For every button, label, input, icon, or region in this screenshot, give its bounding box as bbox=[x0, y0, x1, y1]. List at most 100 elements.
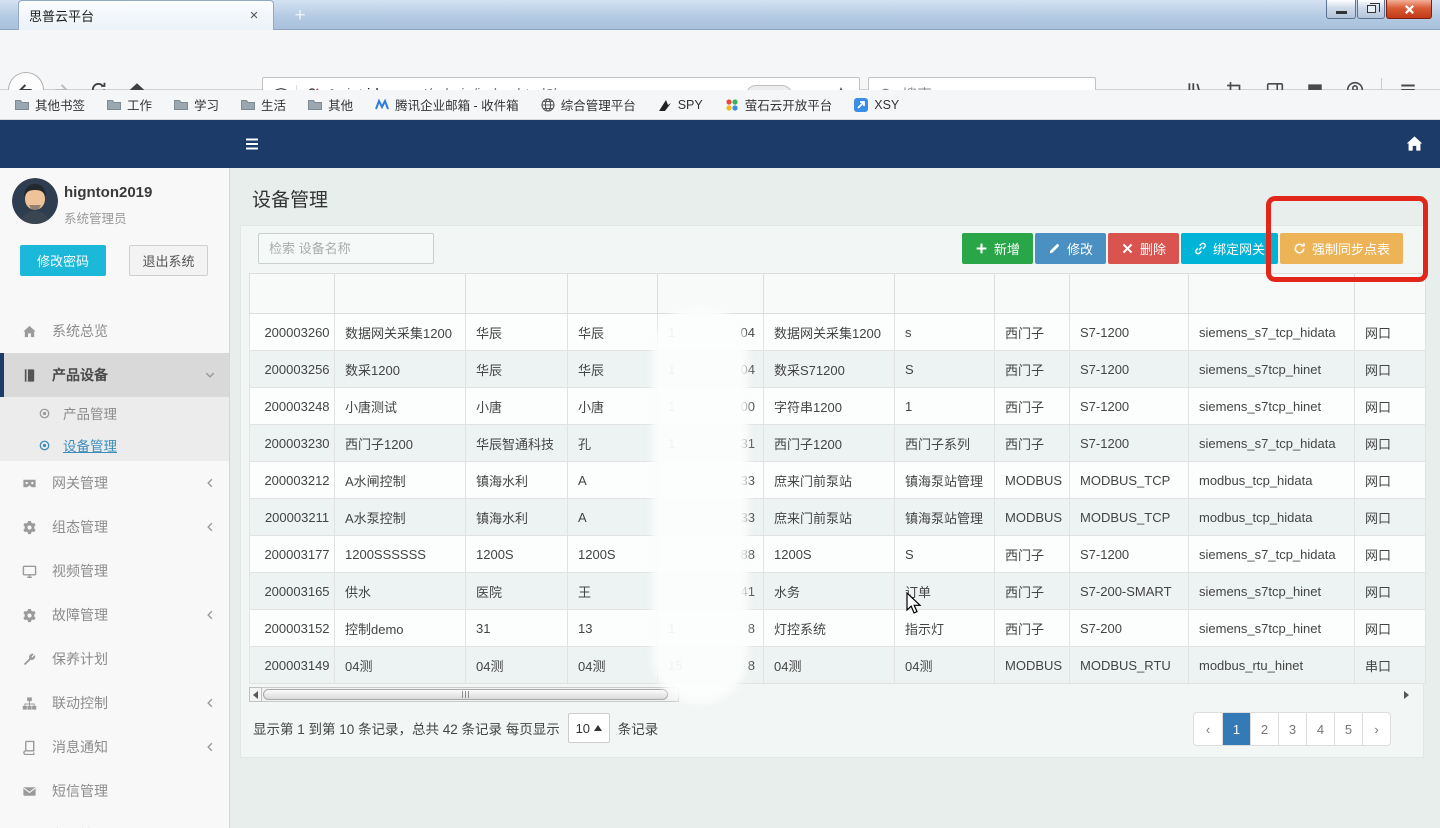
table-row[interactable]: 200003230 西门子1200 华辰智通科技 孔 131 西门子1200 西… bbox=[250, 425, 1426, 462]
table-footer: 显示第 1 到第 10 条记录，总共 42 条记录 每页显示 10 条记录 bbox=[253, 713, 658, 743]
menu-item-label: 产品管理 bbox=[63, 403, 117, 423]
page-button-1[interactable]: 1 bbox=[1222, 713, 1250, 745]
bookmark-学习[interactable]: 学习 bbox=[173, 95, 219, 114]
table-row[interactable]: 200003211 A水泵控制 镇海水利 A 33 庶来门前泵站 镇海泵站管理 … bbox=[250, 499, 1426, 536]
sidebar-item-video-mgmt[interactable]: 视频管理 bbox=[0, 549, 230, 593]
sidebar-item-sms-mgmt[interactable]: 短信管理 bbox=[0, 769, 230, 813]
menu-item-label: 系统总览 bbox=[52, 321, 108, 341]
folder-icon bbox=[240, 97, 256, 113]
bookmark-其他书签[interactable]: 其他书签 bbox=[14, 95, 85, 114]
restore-button[interactable] bbox=[1357, 0, 1385, 19]
close-button[interactable] bbox=[1386, 0, 1432, 19]
menu-item-label: 保养计划 bbox=[52, 649, 108, 669]
scrollbar-track[interactable] bbox=[262, 687, 679, 702]
scroll-right-arrow[interactable] bbox=[1404, 691, 1413, 699]
folder-icon bbox=[14, 97, 30, 113]
bookmark-XSY[interactable]: XSY bbox=[853, 97, 899, 113]
scroll-left-arrow[interactable] bbox=[249, 687, 262, 702]
table-row[interactable]: 200003260 数据网关采集1200 华辰 华辰 104 数据网关采集120… bbox=[250, 314, 1426, 351]
table-row[interactable]: 200003248 小唐测试 小唐 小唐 100 字符串1200 1 西门子 S… bbox=[250, 388, 1426, 425]
sidebar-item-scada-mgmt[interactable]: 组态管理 bbox=[0, 505, 230, 549]
bookmark-萤石云开放平台[interactable]: 萤石云开放平台 bbox=[724, 95, 833, 114]
bookmark-label: 其他书签 bbox=[35, 95, 85, 114]
table-row[interactable]: 200003212 A水闸控制 镇海水利 A 33 庶来门前泵站 镇海泵站管理 … bbox=[250, 462, 1426, 499]
logout-button[interactable]: 退出系统 bbox=[129, 245, 208, 276]
sidebar-item-overview[interactable]: 系统总览 bbox=[0, 309, 230, 353]
avatar[interactable] bbox=[12, 178, 58, 224]
column-header[interactable] bbox=[895, 274, 995, 314]
page-button-2[interactable]: 2 bbox=[1250, 713, 1278, 745]
menu-item-label: 视频管理 bbox=[52, 561, 108, 581]
bind-gateway-button[interactable]: 绑定网关 bbox=[1181, 233, 1278, 264]
sidebar-item-fault-mgmt[interactable]: 故障管理 bbox=[0, 593, 230, 637]
page-button-3[interactable]: 3 bbox=[1278, 713, 1306, 745]
menu-item-label: 产品设备 bbox=[52, 365, 108, 385]
mask-icon bbox=[22, 476, 37, 491]
browser-tab[interactable]: 思普云平台 × bbox=[18, 0, 274, 30]
sidebar-item-workshop-mgmt[interactable]: 车间管理 bbox=[0, 813, 230, 828]
column-header[interactable] bbox=[250, 274, 335, 314]
new-tab-button[interactable]: + bbox=[286, 4, 314, 28]
book-icon bbox=[22, 740, 37, 755]
column-header[interactable] bbox=[1070, 274, 1189, 314]
page-button-›[interactable]: › bbox=[1362, 713, 1390, 745]
menu-item-label: 故障管理 bbox=[52, 605, 108, 625]
page-button-4[interactable]: 4 bbox=[1306, 713, 1334, 745]
table-row[interactable]: 200003152 控制demo 31 13 18 灯控系统 指示灯 西门子 S… bbox=[250, 610, 1426, 647]
table-row[interactable]: 200003256 数采1200 华辰 华辰 104 数采S71200 S 西门… bbox=[250, 351, 1426, 388]
bookmark-生活[interactable]: 生活 bbox=[240, 95, 286, 114]
envelope-icon bbox=[22, 784, 37, 799]
column-header[interactable] bbox=[764, 274, 895, 314]
horizontal-scrollbar[interactable] bbox=[249, 687, 679, 702]
column-header[interactable] bbox=[466, 274, 568, 314]
delete-button[interactable]: 删除 bbox=[1108, 233, 1179, 264]
sitemap-icon bbox=[22, 696, 37, 711]
sidebar-item-message-notify[interactable]: 消息通知 bbox=[0, 725, 230, 769]
menu-item-label: 设备管理 bbox=[63, 435, 117, 455]
menu-item-label: 短信管理 bbox=[52, 781, 108, 801]
device-search-input[interactable] bbox=[258, 233, 434, 264]
column-header[interactable] bbox=[568, 274, 658, 314]
table-row[interactable]: 200003165 供水 医院 王 41 水务 订单 西门子 S7-200-SM… bbox=[250, 573, 1426, 610]
pencil-icon bbox=[1048, 242, 1061, 255]
mail-icon bbox=[374, 97, 390, 113]
page-size-select[interactable]: 10 bbox=[568, 713, 610, 743]
bookmark-综合管理平台[interactable]: 综合管理平台 bbox=[540, 95, 636, 114]
minimize-button[interactable] bbox=[1326, 0, 1356, 19]
page-number: 5 bbox=[1345, 722, 1352, 737]
change-password-button[interactable]: 修改密码 bbox=[20, 245, 106, 276]
close-icon bbox=[1404, 4, 1415, 15]
red-annotation-box bbox=[1266, 196, 1428, 282]
add-button[interactable]: 新增 bbox=[962, 233, 1033, 264]
sidebar-item-product-mgmt[interactable]: 产品管理 bbox=[0, 397, 230, 429]
scrollbar-thumb[interactable] bbox=[263, 689, 668, 700]
bookmark-腾讯企业邮箱 - 收件箱[interactable]: 腾讯企业邮箱 - 收件箱 bbox=[374, 95, 519, 114]
bookmark-工作[interactable]: 工作 bbox=[106, 95, 152, 114]
sidebar-toggle-icon[interactable] bbox=[244, 136, 260, 152]
table-row[interactable]: 200003177 1200SSSSSS 1200S 1200S 88 1200… bbox=[250, 536, 1426, 573]
bookmark-label: 生活 bbox=[261, 95, 286, 114]
page-number: 1 bbox=[1233, 722, 1240, 737]
sidebar-item-device-mgmt[interactable]: 设备管理 bbox=[0, 429, 230, 461]
page-button-5[interactable]: 5 bbox=[1334, 713, 1362, 745]
sidebar-item-linkage-control[interactable]: 联动控制 bbox=[0, 681, 230, 725]
column-header[interactable] bbox=[335, 274, 466, 314]
sidebar: hignton2019 系统管理员 修改密码 退出系统 系统总览 产品设备 产品… bbox=[0, 168, 230, 828]
page-button-‹[interactable]: ‹ bbox=[1194, 713, 1222, 745]
sidebar-menu: 系统总览 产品设备 产品管理 设备管理 网关管理 组态管理 视频管理 故障管理 … bbox=[0, 309, 230, 828]
dots-icon bbox=[724, 97, 740, 113]
button-label: 修改 bbox=[1067, 239, 1093, 258]
sidebar-item-maintenance-plan[interactable]: 保养计划 bbox=[0, 637, 230, 681]
column-header[interactable] bbox=[995, 274, 1070, 314]
sidebar-item-gateway-mgmt[interactable]: 网关管理 bbox=[0, 461, 230, 505]
tab-close-button[interactable]: × bbox=[245, 7, 263, 24]
sidebar-item-product-device[interactable]: 产品设备 bbox=[0, 353, 230, 397]
triangle-left-icon bbox=[249, 691, 258, 699]
edit-button[interactable]: 修改 bbox=[1035, 233, 1106, 264]
bookmark-其他[interactable]: 其他 bbox=[307, 95, 353, 114]
bookmark-SPY[interactable]: SPY bbox=[657, 97, 703, 113]
table-row[interactable]: 200003149 04测 04测 04测 158 04测 04测 MODBUS… bbox=[250, 647, 1426, 684]
chevron-left-icon bbox=[204, 521, 216, 533]
folder-icon bbox=[307, 97, 323, 113]
app-home-icon[interactable] bbox=[1405, 134, 1424, 153]
